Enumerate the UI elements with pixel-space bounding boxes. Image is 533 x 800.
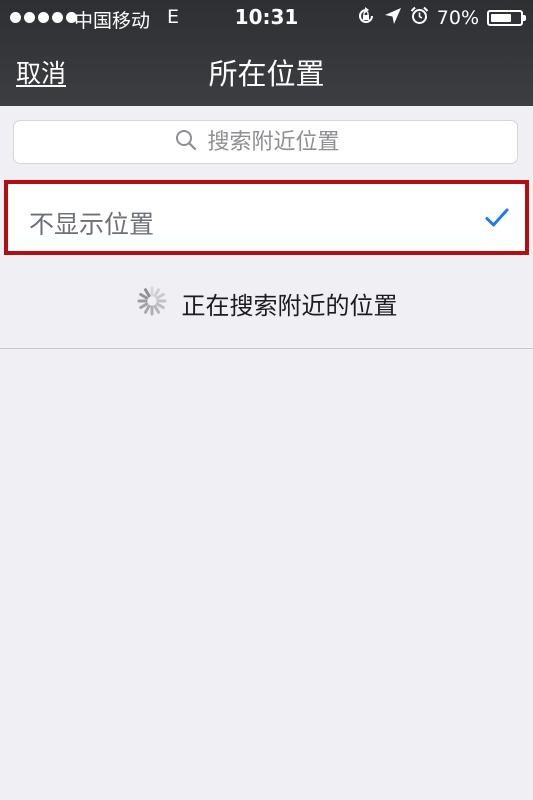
loading-row: 正在搜索附近的位置: [0, 258, 533, 349]
checkmark-icon: [485, 208, 509, 232]
hide-location-option[interactable]: 不显示位置: [4, 180, 529, 255]
search-box[interactable]: [13, 120, 518, 164]
search-input[interactable]: [207, 129, 358, 155]
search-area: [0, 106, 533, 178]
location-arrow-icon: [384, 7, 402, 30]
loading-text: 正在搜索附近的位置: [181, 291, 398, 320]
loading-spinner-icon: [136, 285, 168, 321]
battery-icon: [487, 10, 526, 26]
battery-percent: 70%: [436, 7, 479, 29]
battery-fill: [491, 14, 511, 22]
hide-location-label: 不显示位置: [29, 210, 155, 239]
navigation-bar: 取消 所在位置: [0, 36, 533, 106]
rotation-lock-icon: [356, 6, 376, 31]
status-bar: 中国移动 E 10:31 70%: [0, 0, 533, 36]
top-bar: 中国移动 E 10:31 70% 取消 所在位置: [0, 0, 533, 106]
status-icons: 70%: [356, 4, 526, 32]
search-icon: [174, 128, 198, 156]
page-title: 所在位置: [208, 57, 325, 91]
alarm-icon: [410, 6, 429, 30]
